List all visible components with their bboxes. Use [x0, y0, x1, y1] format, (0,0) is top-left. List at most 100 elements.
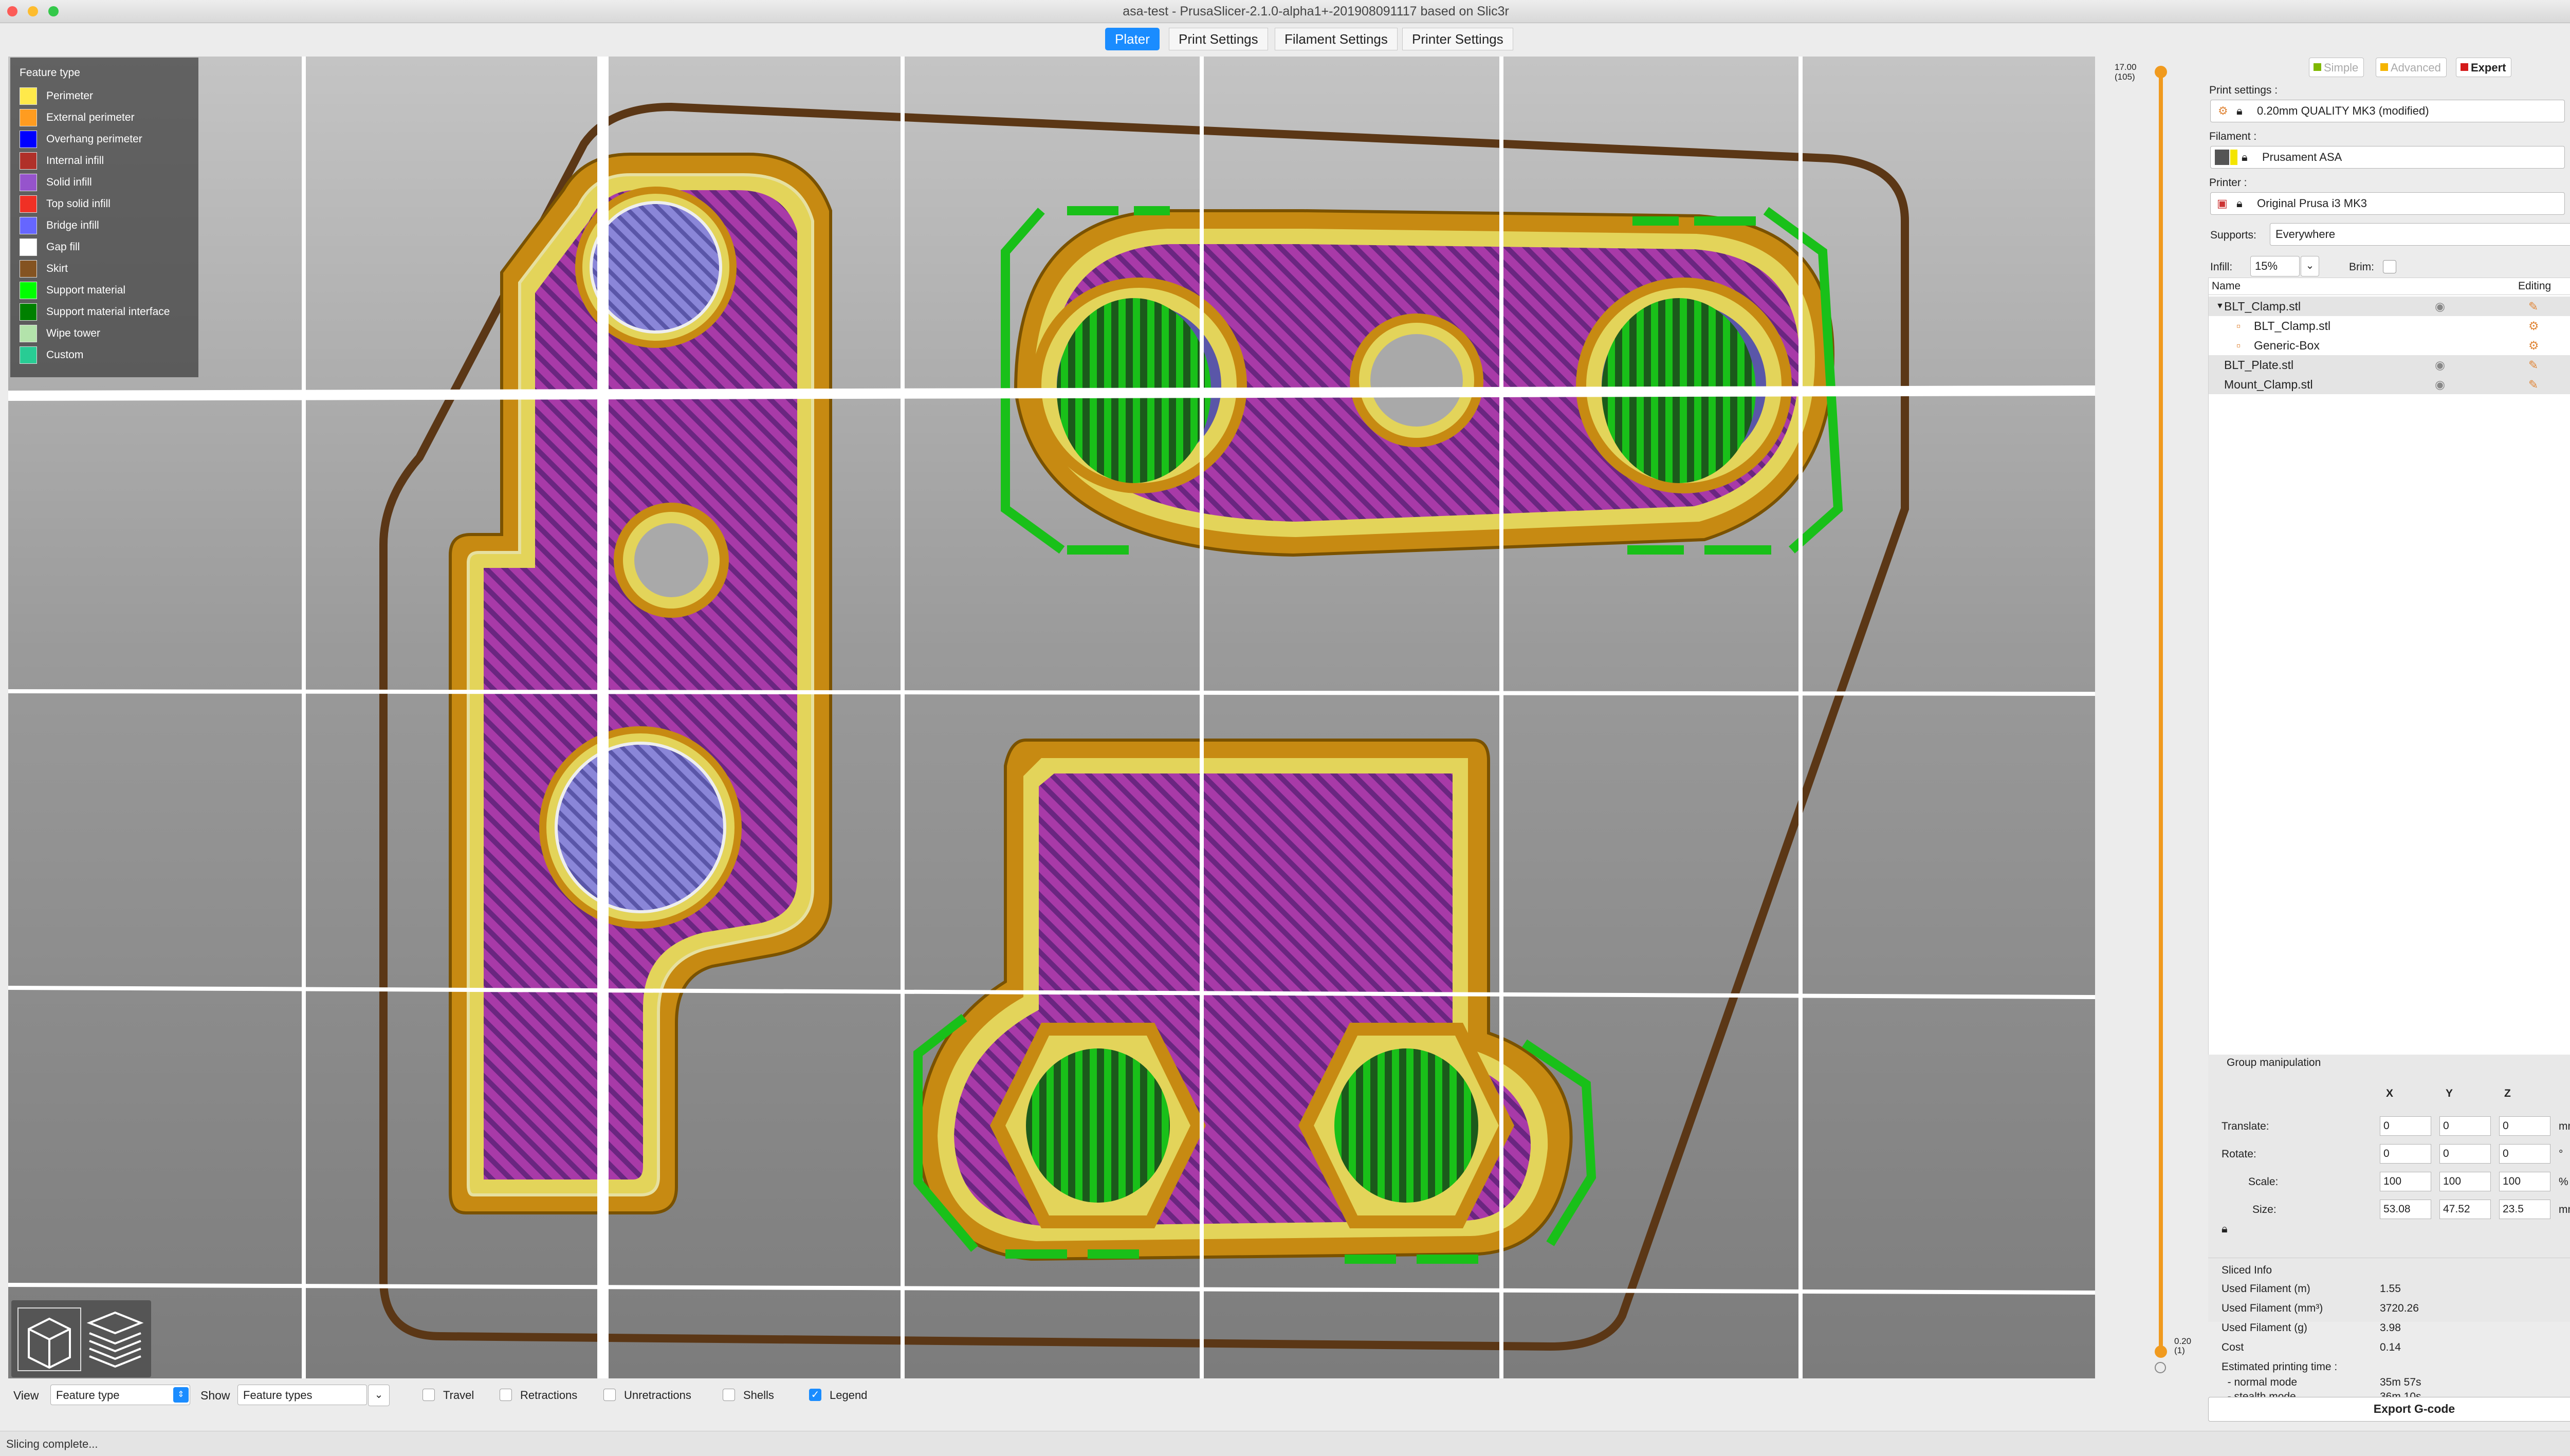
- checkbox-retractions[interactable]: [500, 1389, 512, 1401]
- view-toggle-buttons: [11, 1300, 151, 1377]
- sliced-info-value: 3720.26: [2380, 1302, 2419, 1314]
- tab-filament-settings[interactable]: Filament Settings: [1275, 28, 1398, 50]
- manipulation-input[interactable]: 0: [2380, 1116, 2431, 1136]
- object-list-row[interactable]: Mount_Clamp.stl ◉ ✎: [2209, 375, 2570, 394]
- slider-cog-icon[interactable]: [2155, 1362, 2166, 1373]
- visibility-eye-icon[interactable]: ◉: [2435, 297, 2445, 316]
- brim-checkbox[interactable]: [2383, 260, 2396, 273]
- checkbox-label: Shells: [743, 1389, 774, 1402]
- lock-scale-icon[interactable]: 🔒︎: [2222, 1222, 2228, 1236]
- slider-track[interactable]: [2159, 77, 2163, 1357]
- object-name: BLT_Clamp.stl: [2254, 319, 2331, 333]
- legend-swatch: [20, 303, 37, 321]
- print-settings-combo[interactable]: ⚙ 🔒︎ 0.20mm QUALITY MK3 (modified): [2210, 100, 2565, 122]
- object-list-row[interactable]: Generic-Box ▫ ⚙: [2209, 336, 2570, 355]
- print-settings-label: Print settings :: [2209, 84, 2278, 96]
- legend-swatch: [20, 195, 37, 213]
- manipulation-input[interactable]: 47.52: [2439, 1200, 2491, 1219]
- show-select[interactable]: Feature types: [237, 1385, 367, 1405]
- legend-swatch: [20, 217, 37, 234]
- sliced-info-label: Used Filament (g): [2222, 1322, 2307, 1334]
- mode-simple-button[interactable]: Simple: [2309, 58, 2364, 77]
- object-list-editing-header: Editing: [2518, 280, 2551, 292]
- sliced-info-title: Sliced Info: [2222, 1264, 2272, 1276]
- sliced-info-value: 0.14: [2380, 1341, 2401, 1353]
- group-manipulation-title: Group manipulation: [2227, 1057, 2321, 1068]
- legend-label: Support material: [46, 284, 126, 296]
- axis-z-label: Z: [2504, 1088, 2511, 1099]
- export-gcode-button[interactable]: Export G-code: [2208, 1397, 2570, 1422]
- slider-bottom-thumb[interactable]: [2155, 1346, 2167, 1358]
- printer-combo[interactable]: ▣ 🔒︎ Original Prusa i3 MK3: [2210, 192, 2565, 215]
- checkbox-shells[interactable]: [723, 1389, 735, 1401]
- tab-print-settings[interactable]: Print Settings: [1169, 28, 1268, 50]
- object-name: BLT_Clamp.stl: [2224, 300, 2301, 313]
- manipulation-input[interactable]: 100: [2380, 1172, 2431, 1191]
- brim-label: Brim:: [2349, 261, 2374, 273]
- manipulation-input[interactable]: 100: [2499, 1172, 2550, 1191]
- object-list[interactable]: Name Editing BLT_Clamp.stl ▼ ◉ ✎ BLT_Clamp.s…: [2208, 278, 2570, 1100]
- checkbox-travel[interactable]: [423, 1389, 435, 1401]
- object-name: Generic-Box: [2254, 339, 2320, 352]
- slider-top-thumb[interactable]: [2155, 66, 2167, 78]
- manipulation-input[interactable]: 0: [2499, 1116, 2550, 1136]
- expand-icon[interactable]: ▼: [2216, 297, 2224, 316]
- gcode-preview-canvas[interactable]: [8, 57, 2095, 1378]
- chevron-down-icon[interactable]: ⌄: [368, 1385, 390, 1406]
- infill-combo[interactable]: 15%: [2250, 256, 2300, 277]
- manipulation-label: Size:: [2252, 1204, 2277, 1215]
- manipulation-input[interactable]: 0: [2380, 1144, 2431, 1164]
- tab-plater[interactable]: Plater: [1105, 28, 1160, 50]
- legend-label: Top solid infill: [46, 198, 111, 210]
- mode-advanced-button[interactable]: Advanced: [2376, 58, 2447, 77]
- mode-advanced-icon: [2380, 63, 2388, 71]
- infill-dropdown-icon[interactable]: ⌄: [2301, 256, 2319, 277]
- part-settings-gear-icon[interactable]: ⚙: [2528, 316, 2539, 336]
- legend-swatch: [20, 238, 37, 256]
- sliced-info-value: 35m 57s: [2380, 1376, 2421, 1388]
- status-bar: Slicing complete...: [0, 1431, 2570, 1456]
- manipulation-input[interactable]: 0: [2499, 1144, 2550, 1164]
- visibility-eye-icon[interactable]: ◉: [2435, 375, 2445, 394]
- manipulation-input[interactable]: 100: [2439, 1172, 2491, 1191]
- sliced-model-render: [8, 57, 2095, 1378]
- part-top-right: [1001, 206, 1843, 557]
- legend-swatch: [20, 131, 37, 148]
- slider-top-label: 17.00: [2115, 62, 2137, 72]
- mode-expert-button[interactable]: Expert: [2456, 58, 2512, 77]
- supports-combo[interactable]: Everywhere: [2270, 223, 2570, 246]
- tab-printer-settings[interactable]: Printer Settings: [1402, 28, 1513, 50]
- view-select[interactable]: Feature type ⇕: [50, 1385, 190, 1405]
- 3d-view-icon[interactable]: [17, 1307, 81, 1371]
- legend-label: Gap fill: [46, 241, 80, 253]
- supports-value: Everywhere: [2275, 228, 2336, 241]
- visibility-eye-icon[interactable]: ◉: [2435, 355, 2445, 375]
- filament-swatch: [2230, 150, 2237, 165]
- lock-icon: 🔒︎: [2242, 151, 2248, 163]
- mode-simple-label: Simple: [2324, 61, 2359, 74]
- preview-bottom-bar: View Feature type ⇕ Show Feature types ⌄ …: [8, 1383, 2188, 1410]
- manipulation-input[interactable]: 23.5: [2499, 1200, 2550, 1219]
- axis-x-label: X: [2386, 1088, 2394, 1099]
- legend-swatch: [20, 87, 37, 105]
- edit-object-icon[interactable]: ✎: [2528, 355, 2538, 375]
- manipulation-input[interactable]: 0: [2439, 1144, 2491, 1164]
- edit-object-icon[interactable]: ✎: [2528, 297, 2538, 316]
- object-list-row[interactable]: BLT_Clamp.stl ▫ ⚙: [2209, 316, 2570, 336]
- checkbox-unretractions[interactable]: [603, 1389, 616, 1401]
- mode-expert-icon: [2461, 63, 2468, 71]
- layer-slider[interactable]: 17.00 (105) 0.20 (1): [2107, 57, 2191, 1378]
- unit-label: °: [2559, 1148, 2563, 1160]
- layers-view-icon[interactable]: [84, 1307, 146, 1369]
- object-list-row[interactable]: BLT_Plate.stl ◉ ✎: [2209, 355, 2570, 375]
- filament-combo[interactable]: 🔒︎ Prusament ASA: [2210, 146, 2565, 169]
- filament-color-icon: [2215, 150, 2229, 165]
- manipulation-input[interactable]: 0: [2439, 1116, 2491, 1136]
- checkbox-legend[interactable]: ✓: [809, 1389, 821, 1401]
- edit-object-icon[interactable]: ✎: [2528, 375, 2538, 394]
- lock-icon: 🔒︎: [2236, 104, 2243, 117]
- object-list-row[interactable]: BLT_Clamp.stl ▼ ◉ ✎: [2209, 297, 2570, 316]
- manipulation-input[interactable]: 53.08: [2380, 1200, 2431, 1219]
- legend-label: Custom: [46, 349, 84, 361]
- part-settings-gear-icon[interactable]: ⚙: [2528, 336, 2539, 355]
